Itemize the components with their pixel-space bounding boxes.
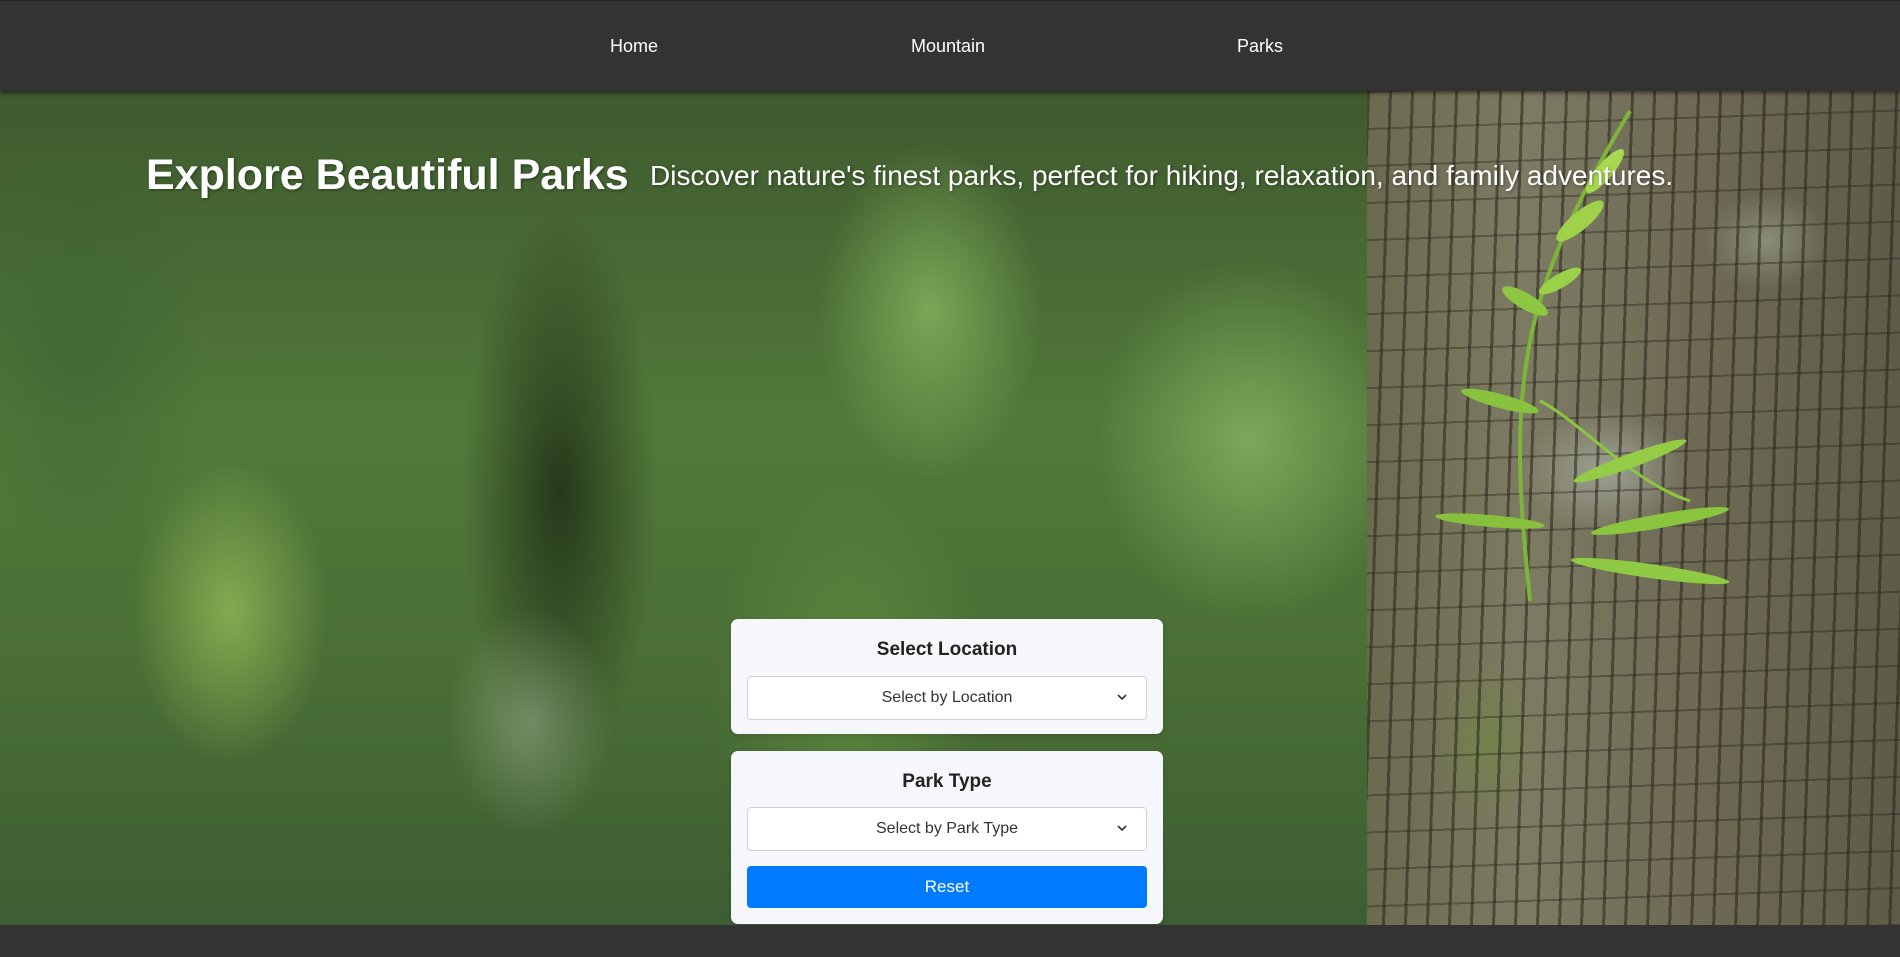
- park-type-heading: Park Type: [902, 771, 992, 792]
- nav-link-home[interactable]: Home: [610, 36, 658, 57]
- location-heading: Select Location: [876, 639, 1018, 660]
- nav-link-mountain[interactable]: Mountain: [911, 36, 985, 57]
- hero-section: Explore Beautiful Parks Discover nature'…: [0, 91, 1900, 925]
- location-select[interactable]: Select by Location: [747, 676, 1147, 720]
- chevron-down-icon: [1117, 825, 1127, 832]
- park-type-select-value: Select by Park Type: [876, 820, 1018, 837]
- location-filter-card: Select Location Select by Location: [731, 619, 1163, 734]
- reset-button[interactable]: Reset: [747, 866, 1147, 908]
- park-type-filter-card: Park Type Select by Park Type Reset: [731, 751, 1163, 924]
- nav-link-parks[interactable]: Parks: [1237, 36, 1283, 57]
- top-navbar: Home Mountain Parks: [0, 0, 1900, 91]
- chevron-down-icon: [1117, 694, 1127, 701]
- page-subtitle: Discover nature's finest parks, perfect …: [650, 160, 1674, 191]
- park-type-select[interactable]: Select by Park Type: [747, 807, 1147, 851]
- footer-bar: [0, 925, 1900, 957]
- page-title: Explore Beautiful Parks: [146, 151, 629, 199]
- location-select-value: Select by Location: [881, 689, 1013, 706]
